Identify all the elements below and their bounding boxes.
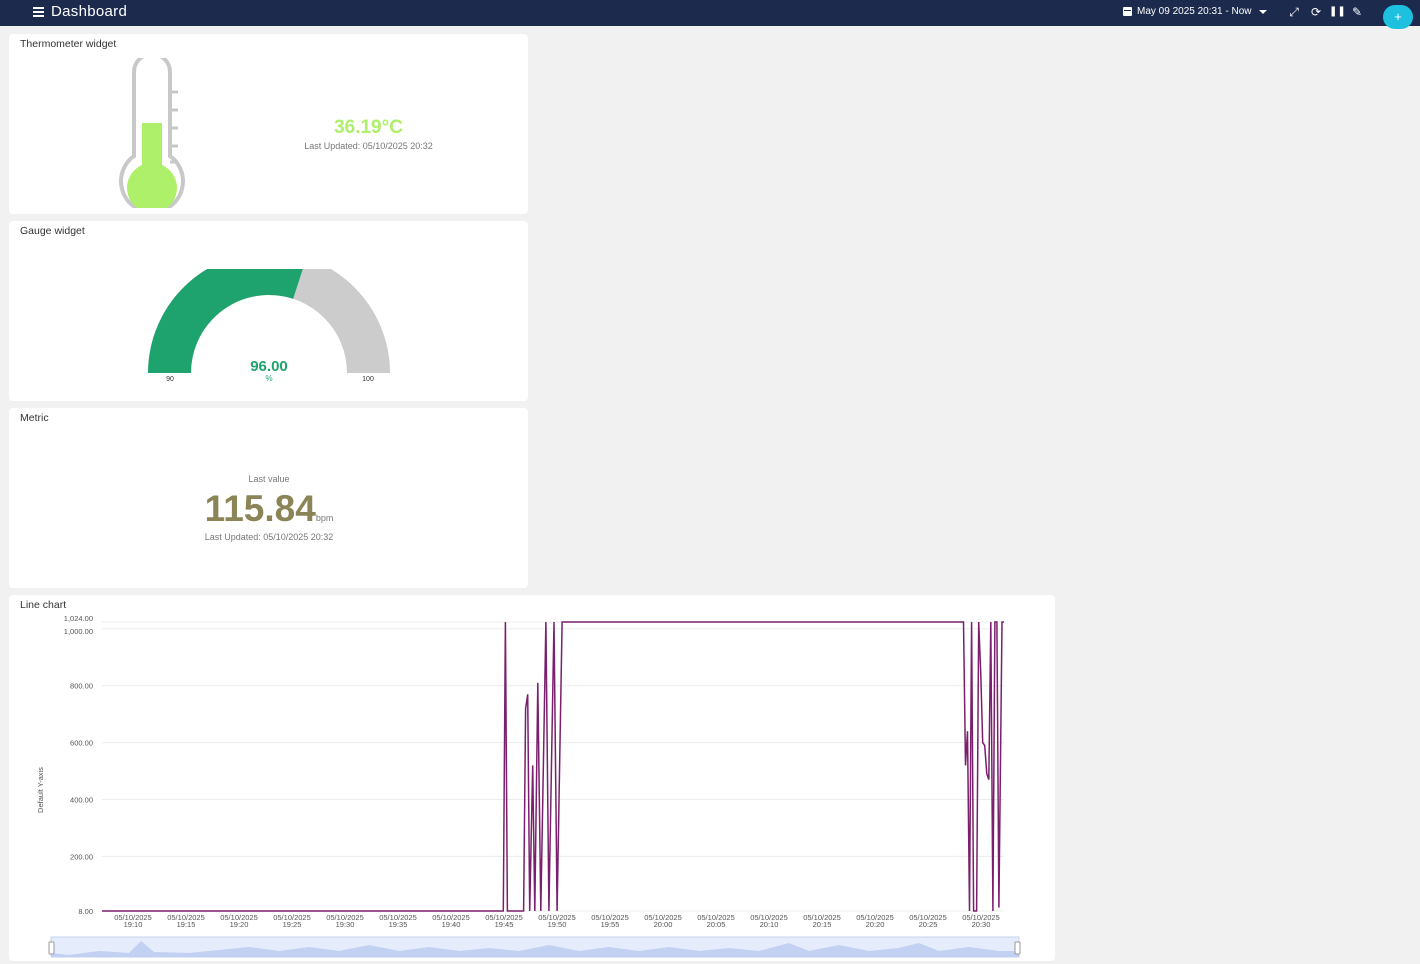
edit-icon[interactable]: ✎ bbox=[1350, 5, 1364, 19]
gauge-widget: Gauge widget 96.00 % 90 100 bbox=[9, 221, 528, 401]
y-tick-label: 800.00 bbox=[70, 682, 93, 691]
x-tick-label: 20:25 bbox=[919, 920, 938, 929]
x-tick-label: 19:50 bbox=[548, 920, 567, 929]
refresh-icon[interactable]: ⟳ bbox=[1309, 5, 1323, 19]
widget-title: Metric bbox=[20, 412, 49, 424]
x-tick-label: 19:25 bbox=[283, 920, 302, 929]
x-tick-label: 19:20 bbox=[230, 920, 249, 929]
widget-title: Gauge widget bbox=[20, 225, 85, 237]
y-tick-label: 400.00 bbox=[70, 795, 93, 804]
date-range-label: May 09 2025 20:31 - Now bbox=[1137, 6, 1252, 17]
series-line bbox=[102, 621, 1004, 912]
gauge-min-label: 90 bbox=[166, 376, 174, 383]
x-tick-label: 19:55 bbox=[601, 920, 620, 929]
y-tick-label: 600.00 bbox=[70, 739, 93, 748]
chevron-down-icon bbox=[1258, 9, 1267, 14]
add-widget-button[interactable]: + bbox=[1383, 5, 1413, 29]
page-title: Dashboard bbox=[51, 3, 128, 20]
fullscreen-icon[interactable]: ⤢ bbox=[1287, 5, 1301, 19]
line-chart-widget: Line chart 8.00 200.00 400.00 600.00 800.00 1… bbox=[9, 595, 1055, 961]
x-tick-label: 19:45 bbox=[495, 920, 514, 929]
temperature-value: 36.19°C bbox=[334, 117, 403, 138]
x-tick-label: 20:10 bbox=[760, 920, 779, 929]
x-tick-label: 19:35 bbox=[389, 920, 408, 929]
y-axis-label: Default Y-axis bbox=[36, 767, 45, 813]
x-tick-label: 19:10 bbox=[124, 920, 143, 929]
gauge-value: 96.00 bbox=[250, 358, 288, 375]
pause-icon[interactable]: ❚❚ bbox=[1329, 5, 1346, 19]
thermometer-icon bbox=[119, 58, 185, 208]
x-tick-label: 20:05 bbox=[707, 920, 726, 929]
x-tick-label: 19:30 bbox=[336, 920, 355, 929]
date-range-picker[interactable]: May 09 2025 20:31 - Now bbox=[1123, 6, 1267, 17]
gauge-unit: % bbox=[265, 374, 273, 383]
range-handle-right[interactable] bbox=[1014, 941, 1021, 955]
menu-icon[interactable] bbox=[33, 7, 45, 19]
metric-caption: Last value bbox=[248, 474, 290, 484]
x-tick-label: 20:15 bbox=[813, 920, 832, 929]
metric-widget: Metric Last value 115.84bpm Last Updated… bbox=[9, 408, 528, 588]
last-updated: Last Updated: 05/10/2025 20:32 bbox=[304, 141, 433, 151]
gauge-max-label: 100 bbox=[362, 376, 374, 383]
y-tick-label: 8.00 bbox=[78, 907, 93, 916]
thermometer-widget: Thermometer widget 36.19°C Last Updated:… bbox=[9, 34, 528, 214]
top-bar: Dashboard May 09 2025 20:31 - Now ⤢ ⟳ ❚❚… bbox=[0, 0, 1420, 26]
x-tick-label: 20:30 bbox=[972, 920, 991, 929]
last-updated: Last Updated: 05/10/2025 20:32 bbox=[204, 532, 334, 542]
y-tick-label: 200.00 bbox=[70, 852, 93, 861]
metric-unit: bpm bbox=[315, 513, 334, 523]
widget-title: Thermometer widget bbox=[20, 38, 117, 50]
calendar-icon bbox=[1123, 7, 1132, 16]
x-tick-label: 19:40 bbox=[442, 920, 461, 929]
y-tick-label: 1,000.00 bbox=[64, 627, 93, 636]
x-tick-label: 19:15 bbox=[177, 920, 196, 929]
metric-value: 115.84 bbox=[204, 488, 316, 529]
range-handle-left[interactable] bbox=[48, 941, 55, 955]
x-tick-label: 20:00 bbox=[654, 920, 673, 929]
y-tick-label: 1,024.00 bbox=[64, 614, 93, 623]
line-chart: 8.00 200.00 400.00 600.00 800.00 1,000.00 1,02… bbox=[36, 614, 1021, 958]
x-tick-label: 20:20 bbox=[866, 920, 885, 929]
